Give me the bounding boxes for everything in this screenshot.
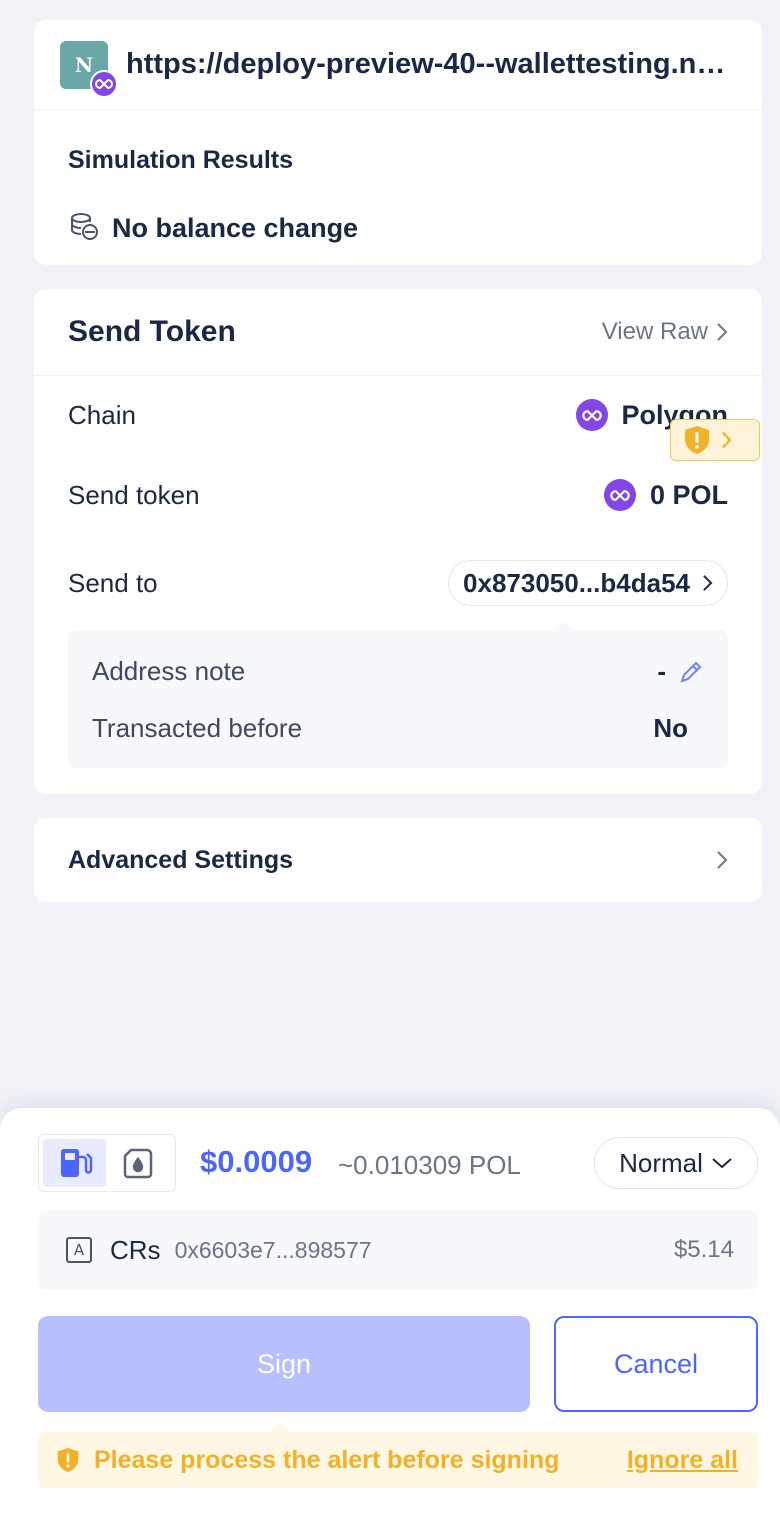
polygon-chain-badge-icon <box>90 69 118 98</box>
advanced-settings-row[interactable]: Advanced Settings <box>34 818 762 902</box>
send-to-row: Send to 0x873050...b4da54 <box>68 560 728 606</box>
site-logo: N <box>60 40 118 98</box>
ignore-all-link[interactable]: Ignore all <box>627 1446 738 1475</box>
chevron-right-icon <box>717 323 728 341</box>
transacted-before-label: Transacted before <box>92 713 303 743</box>
send-token-label: Send token <box>68 479 200 510</box>
address-note-value-wrap: - <box>657 656 704 687</box>
edit-pencil-icon[interactable] <box>678 659 704 685</box>
recipient-address: 0x873050...b4da54 <box>463 567 690 598</box>
shield-warning-icon <box>57 1448 79 1472</box>
gas-tank-icon <box>123 1148 152 1179</box>
sign-footer: $0.0009 ~0.010309 POL Normal A CRs 0x660… <box>0 1108 780 1516</box>
account-address: 0x6603e7...898577 <box>174 1236 372 1263</box>
chevron-right-icon <box>717 851 728 869</box>
chevron-right-icon <box>703 575 713 591</box>
pol-token-icon <box>603 479 636 511</box>
send-to-label: Send to <box>68 567 158 598</box>
shield-warning-icon <box>685 426 709 454</box>
account-type-icon: A <box>66 1237 92 1263</box>
gas-fee-usd: $0.0009 <box>200 1144 313 1179</box>
account-name: CRs <box>110 1234 161 1265</box>
send-token-row: Send token 0 POL <box>68 479 728 511</box>
gas-mode-switch <box>38 1134 176 1192</box>
sign-button[interactable]: Sign <box>38 1316 530 1412</box>
send-token-value: 0 POL <box>603 479 728 511</box>
cancel-button[interactable]: Cancel <box>554 1316 758 1412</box>
token-amount: 0 POL <box>649 479 728 510</box>
chain-row: Chain Polygon <box>68 399 728 431</box>
gas-fee-native: ~0.010309 POL <box>338 1150 521 1180</box>
view-raw-link[interactable]: View Raw <box>602 318 728 346</box>
recipient-details: Address note - Transacted before No <box>68 621 728 768</box>
address-note-row: Address note - <box>92 656 704 687</box>
account-row: A CRs 0x6603e7...898577 $5.14 <box>38 1210 758 1290</box>
balance-change-label: No balance change <box>112 213 359 243</box>
chevron-down-icon <box>712 1158 732 1169</box>
address-note-label: Address note <box>92 656 246 686</box>
account-balance: $5.14 <box>673 1236 734 1263</box>
chain-label: Chain <box>68 399 136 430</box>
gas-pump-icon <box>60 1149 92 1177</box>
alert-warning-bar: Please process the alert before signing … <box>38 1422 758 1488</box>
address-note-value: - <box>657 656 666 686</box>
coins-icon <box>68 210 100 247</box>
view-raw-label: View Raw <box>601 318 708 345</box>
simulation-title: Simulation Results <box>68 146 294 174</box>
alert-warning-text: Please process the alert before signing <box>94 1445 560 1474</box>
polygon-icon <box>575 399 608 431</box>
recipient-address-pill[interactable]: 0x873050...b4da54 <box>448 560 728 606</box>
account-icon-letter: A <box>73 1241 85 1259</box>
site-card: N https://deploy-preview-40--wallettesti… <box>34 20 762 265</box>
security-alert-chip[interactable] <box>670 419 760 461</box>
transacted-before-row: Transacted before No <box>92 713 688 744</box>
site-logo-letter: N <box>74 52 94 77</box>
send-token-title: Send Token <box>68 315 236 348</box>
simulation-balance-row: No balance change <box>68 210 358 247</box>
gas-level-select[interactable]: Normal <box>594 1137 758 1189</box>
chevron-right-icon <box>722 432 732 448</box>
site-url: https://deploy-preview-40--wallettesting… <box>126 48 736 80</box>
transacted-before-value: No <box>653 713 688 743</box>
gas-tank-tab[interactable] <box>106 1139 169 1187</box>
site-header: N https://deploy-preview-40--wallettesti… <box>34 20 762 110</box>
gas-level-value: Normal <box>619 1147 703 1178</box>
send-token-header: Send Token View Raw <box>34 289 762 376</box>
advanced-settings-label: Advanced Settings <box>68 845 294 874</box>
gas-pump-tab[interactable] <box>43 1139 106 1187</box>
send-token-card: Send Token View Raw Chain Polygon Send t… <box>34 289 762 794</box>
